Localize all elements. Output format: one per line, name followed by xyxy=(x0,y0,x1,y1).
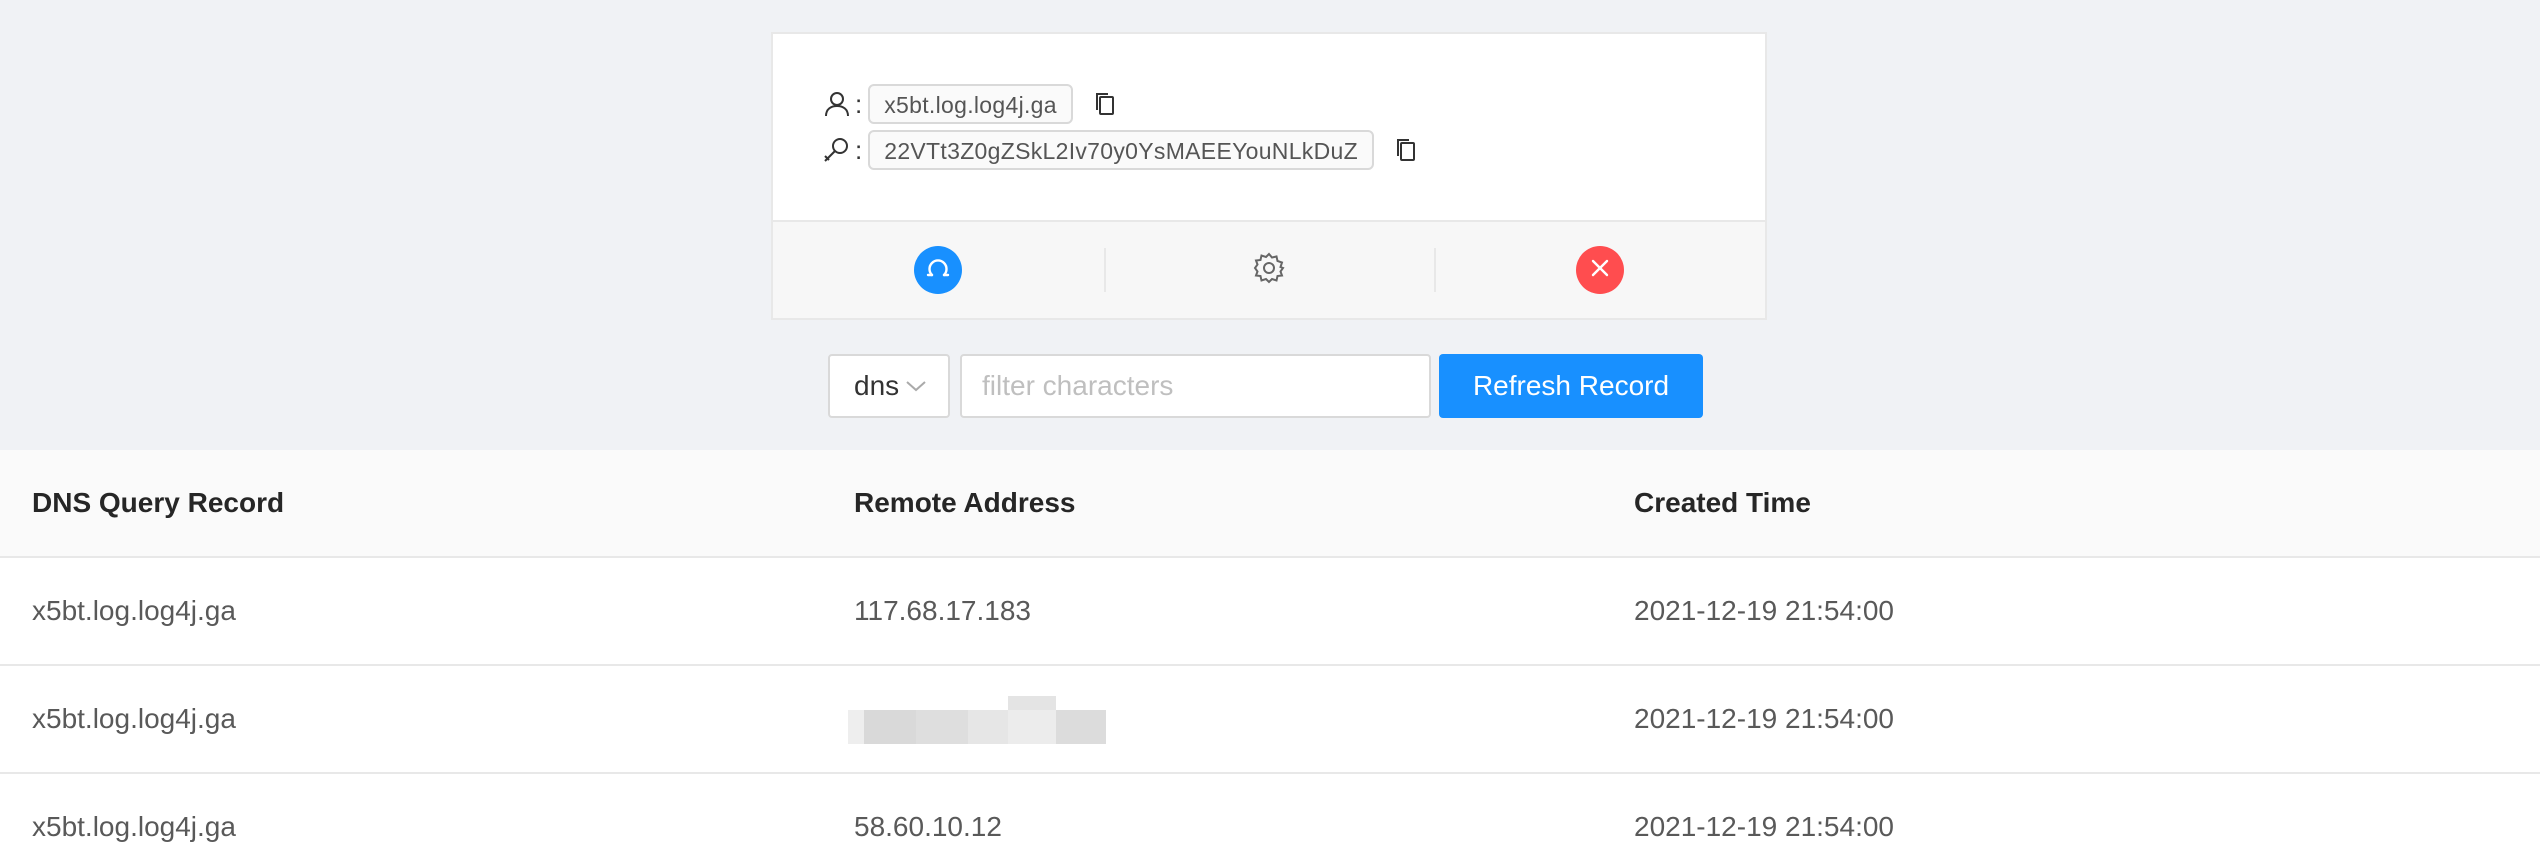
dnslog-page: : x5bt.log.log4j.ga : 22VTt3Z0gZSkL2Iv70… xyxy=(0,0,2540,854)
filter-bar: dns Refresh Record xyxy=(828,354,1703,418)
cell-record: x5bt.log.log4j.ga xyxy=(32,595,236,626)
table-row[interactable]: x5bt.log.log4j.ga 58.60.10.12 2021-12-19… xyxy=(0,774,2540,854)
user-icon xyxy=(821,88,853,120)
token-tag[interactable]: 22VTt3Z0gZSkL2Iv70y0YsMAEEYouNLkDuZ xyxy=(868,130,1374,170)
header-dns-query-record: DNS Query Record xyxy=(32,487,285,518)
table-row[interactable]: x5bt.log.log4j.ga 117.68.17.183 2021-12-… xyxy=(0,558,2540,666)
filter-input[interactable] xyxy=(960,354,1431,418)
cell-record: x5bt.log.log4j.ga xyxy=(32,703,236,734)
token-row: : 22VTt3Z0gZSkL2Iv70y0YsMAEEYouNLkDuZ xyxy=(821,130,1422,170)
domain-tag[interactable]: x5bt.log.log4j.ga xyxy=(868,84,1073,124)
close-cell xyxy=(1434,222,1765,318)
header-remote-address: Remote Address xyxy=(854,487,1076,518)
header-created-time: Created Time xyxy=(1634,487,1811,518)
cell-record: x5bt.log.log4j.ga xyxy=(32,811,236,842)
cell-time: 2021-12-19 21:54:00 xyxy=(1634,703,1894,734)
domain-row: : x5bt.log.log4j.ga xyxy=(821,84,1121,124)
settings-cell xyxy=(1103,222,1435,318)
record-type-select[interactable]: dns xyxy=(828,354,950,418)
table-row[interactable]: x5bt.log.log4j.ga 2021-12-19 21:54:00 xyxy=(0,666,2540,774)
chevron-down-icon xyxy=(905,379,927,393)
domain-colon: : xyxy=(855,88,863,119)
reload-button[interactable] xyxy=(914,246,963,294)
gear-icon xyxy=(1252,251,1286,290)
credentials-body: : x5bt.log.log4j.ga : 22VTt3Z0gZSkL2Iv70… xyxy=(773,34,1765,224)
close-icon xyxy=(1588,256,1612,285)
cell-address: 58.60.10.12 xyxy=(854,811,1002,842)
cell-address: 117.68.17.183 xyxy=(854,595,1031,626)
credentials-card: : x5bt.log.log4j.ga : 22VTt3Z0gZSkL2Iv70… xyxy=(771,32,1767,320)
search-key-icon xyxy=(821,134,853,166)
copy-domain-icon[interactable] xyxy=(1089,88,1121,120)
card-actions xyxy=(773,220,1765,318)
table-header: DNS Query Record Remote Address Created … xyxy=(0,450,2540,558)
record-type-value: dns xyxy=(854,370,900,401)
cell-time: 2021-12-19 21:54:00 xyxy=(1634,811,1894,842)
token-colon: : xyxy=(855,134,863,165)
reload-icon xyxy=(925,255,951,286)
settings-button[interactable] xyxy=(1245,246,1293,294)
records-table: DNS Query Record Remote Address Created … xyxy=(0,450,2540,854)
close-button[interactable] xyxy=(1575,246,1624,294)
refresh-record-button[interactable]: Refresh Record xyxy=(1439,354,1703,418)
cell-time: 2021-12-19 21:54:00 xyxy=(1634,595,1894,626)
copy-token-icon[interactable] xyxy=(1390,134,1422,166)
redacted-address-pixelation xyxy=(848,696,1106,744)
reload-cell xyxy=(773,222,1104,318)
